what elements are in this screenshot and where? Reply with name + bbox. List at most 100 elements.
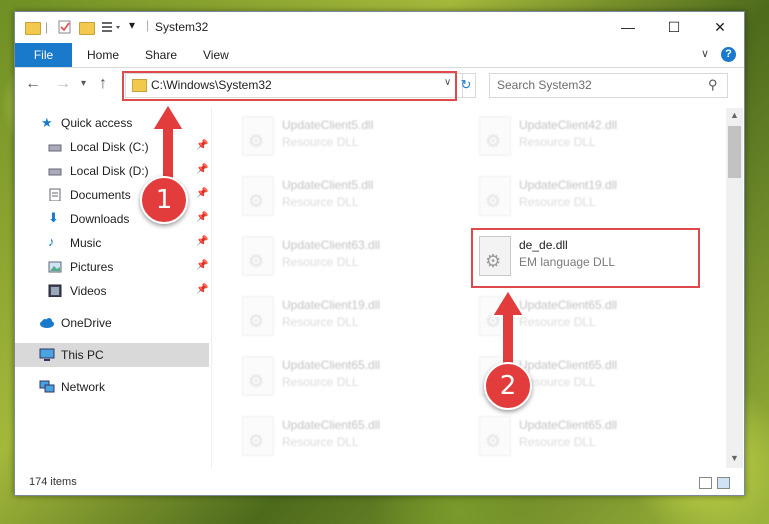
sidebar-item-label: Downloads [70, 212, 130, 226]
file-item[interactable]: ⚙ UpdateClient65.dll Resource DLL [457, 408, 687, 462]
sidebar-item-this-pc[interactable]: This PC [15, 343, 209, 367]
tab-share[interactable]: Share [145, 43, 177, 67]
customize-qa-icon[interactable] [101, 19, 127, 35]
search-placeholder: Search System32 [497, 78, 592, 92]
file-item[interactable]: ⚙ UpdateClient5.dll Resource DLL [220, 108, 450, 162]
maximize-button[interactable]: ☐ [651, 12, 697, 42]
file-item[interactable]: ⚙ UpdateClient5.dll Resource DLL [220, 168, 450, 222]
dll-file-icon: ⚙ [479, 176, 511, 216]
pin-icon[interactable]: 📌 [196, 260, 208, 271]
sidebar-item-videos[interactable]: Videos 📌 [15, 279, 209, 303]
pin-icon[interactable]: 📌 [196, 236, 208, 247]
scroll-up-icon[interactable]: ▲ [730, 110, 739, 120]
dll-file-icon: ⚙ [479, 416, 511, 456]
dll-file-icon: ⚙ [242, 356, 274, 396]
file-name: UpdateClient5.dll [282, 118, 374, 132]
scroll-down-icon[interactable]: ▼ [730, 453, 739, 463]
minimize-button[interactable]: — [605, 12, 651, 42]
sidebar-item-label: Videos [70, 284, 107, 298]
tab-home[interactable]: Home [87, 43, 119, 67]
download-icon: ⬇ [48, 210, 59, 225]
file-item[interactable]: ⚙ UpdateClient65.dll Resource DLL [220, 348, 450, 402]
item-count: 174 items [29, 476, 77, 488]
file-name: UpdateClient65.dll [282, 358, 381, 372]
drive-icon [48, 164, 62, 177]
help-icon[interactable]: ? [721, 47, 736, 62]
documents-icon [48, 188, 62, 202]
sidebar-item-label: Pictures [70, 260, 114, 274]
sidebar-item-label: OneDrive [61, 316, 112, 330]
address-highlight-box [122, 71, 457, 101]
close-button[interactable]: ✕ [697, 12, 743, 42]
file-name: UpdateClient65.dll [519, 358, 618, 372]
forward-arrow-icon[interactable]: → [55, 75, 71, 93]
file-item[interactable]: ⚙ UpdateClient63.dll Resource DLL [220, 228, 450, 282]
sidebar-item-label: Network [61, 380, 106, 394]
search-input[interactable]: Search System32 ⚲ [489, 73, 728, 98]
properties-icon[interactable] [57, 19, 73, 35]
back-arrow-icon[interactable]: ← [25, 75, 41, 93]
file-description: Resource DLL [282, 435, 359, 449]
file-item[interactable]: ⚙ UpdateClient42.dll Resource DLL [457, 108, 687, 162]
step-1-badge: 1 [140, 176, 188, 224]
file-description: Resource DLL [519, 435, 596, 449]
pin-icon[interactable]: 📌 [196, 284, 208, 295]
star-icon: ★ [41, 115, 53, 130]
scrollbar-thumb[interactable] [728, 126, 741, 178]
file-name: UpdateClient63.dll [282, 238, 381, 252]
refresh-button[interactable]: ↻ [456, 73, 476, 98]
details-view-icon[interactable] [699, 477, 712, 489]
file-description: Resource DLL [282, 195, 359, 209]
videos-icon [48, 284, 62, 298]
sidebar-item-label: Local Disk (C:) [70, 140, 149, 154]
sidebar-item-pictures[interactable]: Pictures 📌 [15, 255, 209, 279]
file-item[interactable]: ⚙ UpdateClient65.dll Resource DLL [220, 408, 450, 462]
window-title: System32 [155, 20, 209, 34]
tab-view[interactable]: View [203, 43, 229, 67]
sidebar-item-onedrive[interactable]: OneDrive [15, 311, 209, 335]
large-icons-view-icon[interactable] [717, 477, 730, 489]
file-name: UpdateClient5.dll [282, 178, 374, 192]
ribbon-expand-icon[interactable]: ∨ [701, 47, 709, 60]
file-highlight-box [471, 228, 700, 288]
status-bar: 174 items [15, 470, 744, 494]
sidebar-item-label: Documents [70, 188, 131, 202]
vertical-scrollbar[interactable]: ▲ ▼ [726, 108, 743, 468]
file-name: UpdateClient19.dll [519, 178, 618, 192]
file-description: Resource DLL [282, 135, 359, 149]
file-name: UpdateClient65.dll [519, 298, 618, 312]
search-icon: ⚲ [708, 77, 718, 92]
dll-file-icon: ⚙ [242, 416, 274, 456]
pin-icon[interactable]: 📌 [196, 140, 208, 151]
file-list: ⚙ UpdateClient5.dll Resource DLL ⚙ Updat… [220, 108, 725, 468]
file-item[interactable]: ⚙ UpdateClient19.dll Resource DLL [220, 288, 450, 342]
cloud-icon [39, 316, 54, 329]
sidebar-item-label: Local Disk (D:) [70, 164, 149, 178]
tab-file[interactable]: File [15, 43, 72, 67]
file-name: UpdateClient42.dll [519, 118, 618, 132]
ribbon-tabs: File Home Share View ∨ ? [15, 43, 744, 68]
dll-file-icon: ⚙ [242, 236, 274, 276]
file-name: UpdateClient65.dll [282, 418, 381, 432]
sidebar-item-label: Quick access [61, 116, 133, 130]
up-arrow-icon[interactable]: ↑ [99, 75, 107, 93]
sidebar-item-network[interactable]: Network [15, 375, 209, 399]
computer-icon [39, 348, 55, 361]
file-description: Resource DLL [519, 195, 596, 209]
step-2-badge: 2 [484, 362, 532, 410]
recent-locations-icon[interactable]: ▾ [81, 78, 86, 89]
file-description: Resource DLL [519, 135, 596, 149]
file-name: UpdateClient65.dll [519, 418, 618, 432]
separator-icon: | [45, 20, 49, 34]
pin-icon[interactable]: 📌 [196, 212, 208, 223]
music-icon: ♪ [48, 234, 55, 249]
title-bar: | ▾ | System32 — ☐ ✕ [15, 12, 744, 43]
file-description: Resource DLL [282, 255, 359, 269]
title-separator: | [146, 18, 150, 32]
file-item[interactable]: ⚙ UpdateClient19.dll Resource DLL [457, 168, 687, 222]
pin-icon[interactable]: 📌 [196, 164, 208, 175]
pin-icon[interactable]: 📌 [196, 188, 208, 199]
sidebar-item-music[interactable]: ♪ Music 📌 [15, 231, 209, 255]
quick-access-dropdown-icon[interactable]: ▾ [129, 18, 135, 34]
dll-file-icon: ⚙ [242, 176, 274, 216]
